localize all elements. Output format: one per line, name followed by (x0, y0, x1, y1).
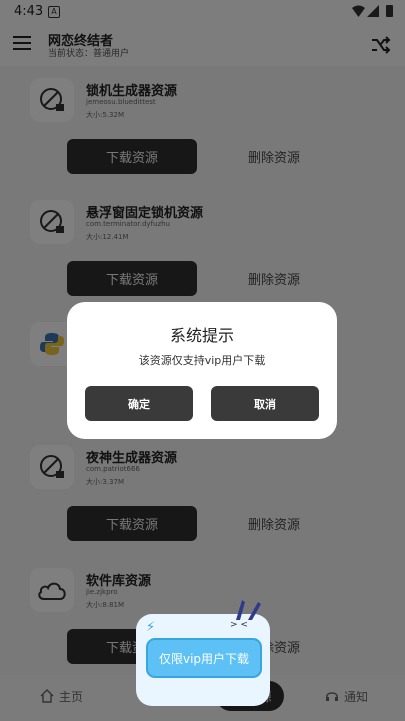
lightning-icon: ⚡ (146, 620, 156, 635)
mascot-face-icon: > < (230, 620, 248, 630)
vip-popup: > < ⚡ 仅限vip用户下载 (134, 598, 274, 710)
mascot-ears-icon (236, 600, 261, 620)
dialog-message: 该资源仅支持vip用户下载 (138, 354, 266, 367)
system-dialog: 系统提示 该资源仅支持vip用户下载 确定 取消 (67, 302, 337, 439)
confirm-button[interactable]: 确定 (85, 386, 193, 421)
cancel-button[interactable]: 取消 (211, 386, 319, 421)
vip-download-button[interactable]: 仅限vip用户下载 (146, 638, 262, 678)
dialog-title: 系统提示 (169, 326, 234, 345)
